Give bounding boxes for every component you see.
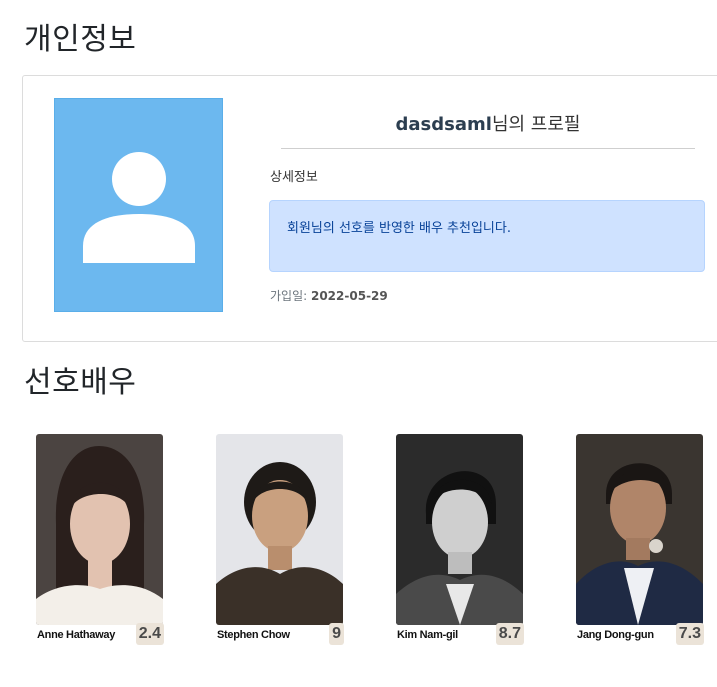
join-date: 가입일: 2022-05-29 bbox=[270, 287, 388, 304]
user-silhouette-icon bbox=[83, 152, 195, 263]
detail-info-label: 상세정보 bbox=[270, 170, 318, 185]
actor-score-badge: 7.3 bbox=[675, 623, 704, 645]
actor-photo[interactable] bbox=[216, 434, 343, 625]
profile-username: dasdsaml bbox=[395, 114, 492, 135]
actor-photo[interactable] bbox=[396, 434, 523, 625]
actor-name: Jang Dong-gun bbox=[577, 629, 654, 641]
heading-divider bbox=[281, 148, 695, 149]
actor-photo[interactable] bbox=[36, 434, 163, 625]
avatar bbox=[54, 98, 223, 312]
actor-card[interactable]: Jang Dong-gun 7.3 bbox=[576, 434, 704, 648]
profile-title-suffix: 님의 프로필 bbox=[491, 114, 581, 135]
recommendation-alert: 회원님의 선호를 반영한 배우 추천입니다. bbox=[269, 200, 705, 272]
recommendation-message: 회원님의 선호를 반영한 배우 추천입니다. bbox=[287, 221, 511, 236]
actor-card[interactable]: Kim Nam-gil 8.7 bbox=[396, 434, 524, 648]
actor-name: Anne Hathaway bbox=[37, 629, 116, 641]
join-date-label: 가입일: bbox=[270, 289, 311, 303]
profile-card: dasdsaml님의 프로필 상세정보 회원님의 선호를 반영한 배우 추천입니… bbox=[22, 75, 717, 342]
profile-heading: dasdsaml님의 프로필 bbox=[281, 110, 695, 136]
actor-name: Stephen Chow bbox=[217, 629, 290, 641]
actor-name: Kim Nam-gil bbox=[397, 629, 458, 641]
actor-card[interactable]: Stephen Chow 9 bbox=[216, 434, 344, 648]
actor-score-badge: 9 bbox=[329, 623, 344, 645]
preferred-actors-title: 선호배우 bbox=[24, 365, 137, 400]
personal-info-title: 개인정보 bbox=[24, 22, 137, 57]
actor-photo[interactable] bbox=[576, 434, 703, 625]
actor-score-badge: 2.4 bbox=[135, 623, 164, 645]
actor-card[interactable]: Anne Hathaway 2.4 bbox=[36, 434, 164, 648]
actor-score-badge: 8.7 bbox=[495, 623, 524, 645]
join-date-value: 2022-05-29 bbox=[310, 289, 388, 303]
